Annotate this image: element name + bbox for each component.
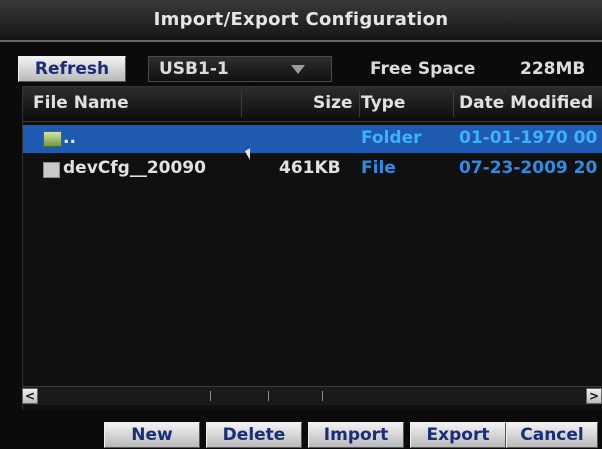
device-select[interactable]: USB1-1	[148, 56, 332, 82]
column-header-size[interactable]: Size	[313, 93, 353, 113]
cell-type: Folder	[361, 128, 422, 148]
export-button[interactable]: Export	[410, 422, 506, 448]
toolbar: Refresh USB1-1 Free Space 228MB	[0, 44, 602, 86]
chevron-down-icon	[291, 65, 305, 74]
cell-date-modified: 07-23-2009 20	[459, 158, 598, 178]
dialog-title-bar: Import/Export Configuration	[0, 0, 602, 42]
cell-type: File	[361, 158, 396, 178]
column-divider[interactable]	[241, 91, 242, 117]
scroll-tick	[268, 391, 269, 401]
table-row[interactable]: devCfg__20090 461KB File 07-23-2009 20	[23, 155, 602, 183]
free-space-label: Free Space	[370, 59, 476, 79]
cell-date-modified: 01-01-1970 00	[459, 128, 598, 148]
cell-file-name: devCfg__20090	[63, 158, 206, 178]
scroll-right-button[interactable]: >	[586, 388, 602, 404]
cell-file-name: ..	[63, 128, 76, 148]
free-space-value: 228MB	[520, 59, 586, 79]
cancel-button[interactable]: Cancel	[506, 422, 598, 448]
scroll-tick	[210, 391, 211, 401]
new-button[interactable]: New	[104, 422, 200, 448]
column-divider[interactable]	[453, 91, 454, 117]
column-header-file-name[interactable]: File Name	[33, 93, 129, 113]
file-icon	[43, 162, 60, 178]
device-select-value: USB1-1	[159, 59, 229, 79]
column-header-date-modified[interactable]: Date Modified	[459, 93, 593, 113]
table-row[interactable]: .. Folder 01-01-1970 00	[23, 125, 602, 153]
delete-button[interactable]: Delete	[206, 422, 302, 448]
column-divider[interactable]	[359, 91, 360, 117]
dialog-button-bar: New Delete Import Export Cancel	[0, 410, 602, 449]
dialog-title: Import/Export Configuration	[153, 9, 449, 30]
folder-icon	[43, 131, 62, 147]
file-list-header: File Name Size Type Date Modified	[23, 87, 602, 122]
file-list[interactable]: File Name Size Type Date Modified .. Fol…	[22, 86, 602, 412]
refresh-button[interactable]: Refresh	[18, 56, 126, 82]
scroll-left-button[interactable]: <	[22, 388, 38, 404]
scroll-tick	[322, 391, 323, 401]
horizontal-scrollbar[interactable]: < >	[22, 386, 602, 405]
cell-size: 461KB	[279, 158, 341, 178]
column-header-type[interactable]: Type	[361, 93, 405, 113]
import-button[interactable]: Import	[308, 422, 404, 448]
